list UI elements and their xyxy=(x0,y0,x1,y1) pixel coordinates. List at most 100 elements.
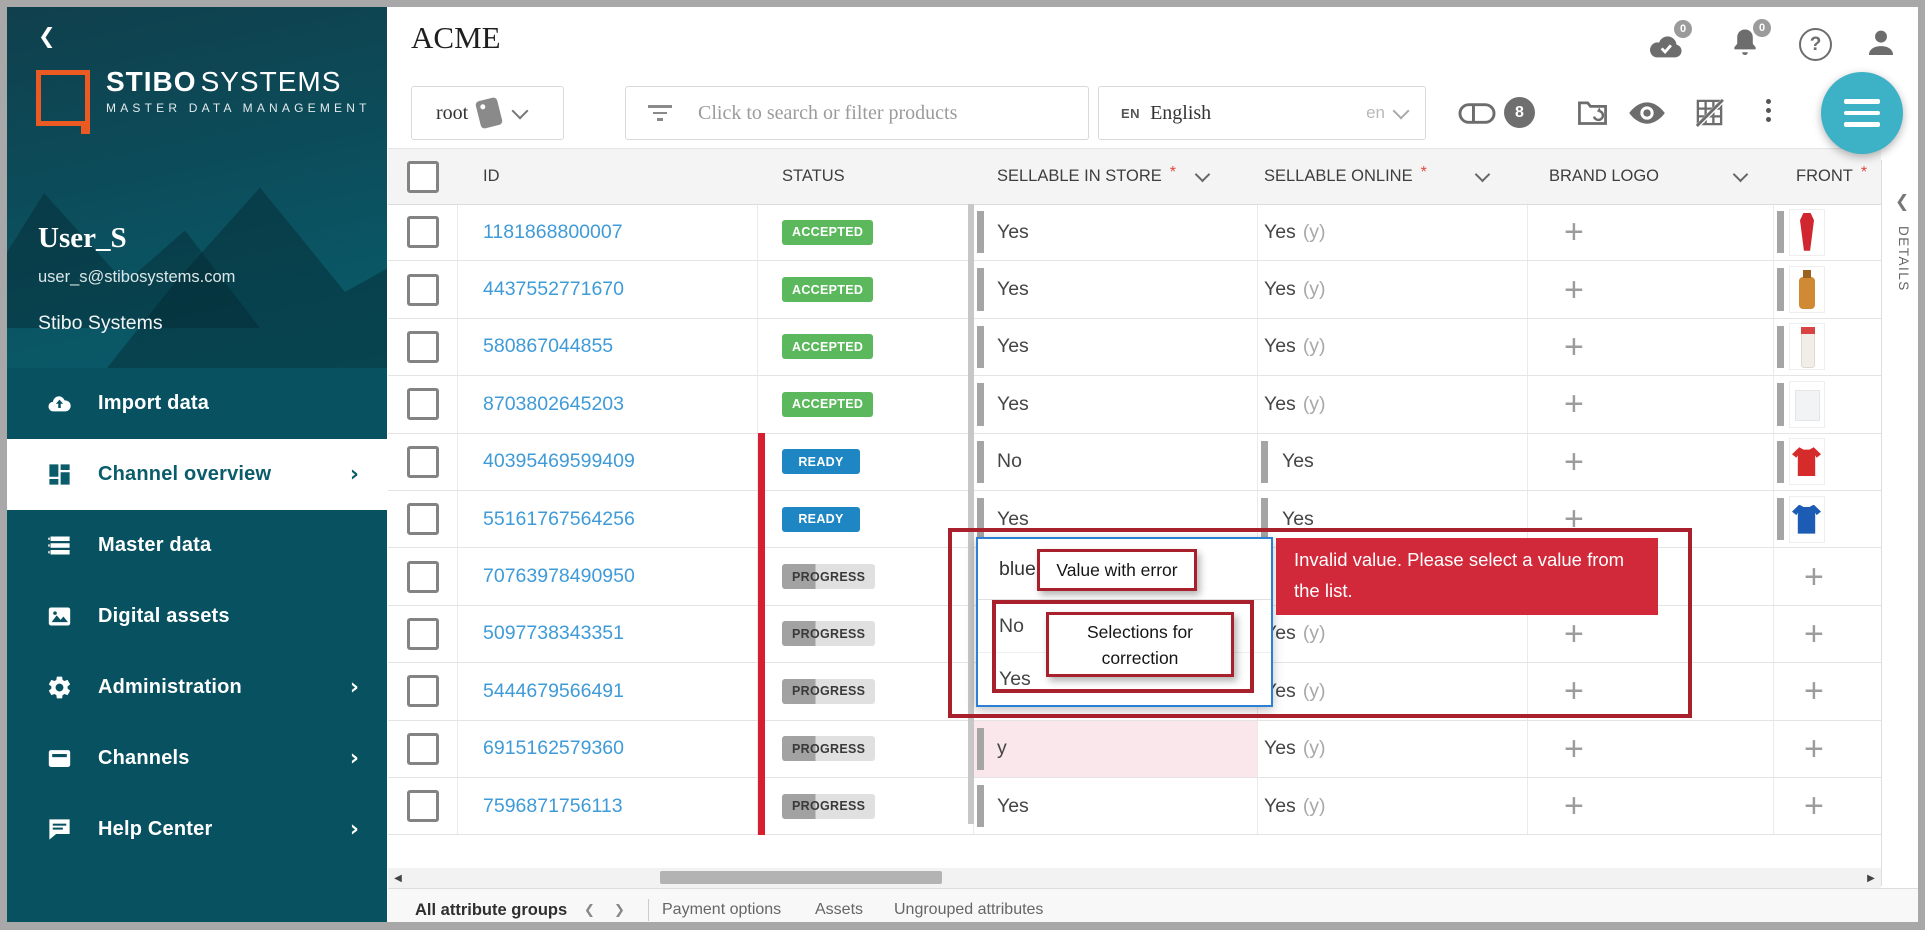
sellable-in-store-cell[interactable]: No xyxy=(974,434,1258,490)
sidebar-collapse-icon[interactable]: ❮ xyxy=(38,24,56,48)
product-id-link[interactable]: 40395469599409 xyxy=(483,450,635,473)
sellable-online-cell[interactable]: Yes(y) xyxy=(1258,721,1528,777)
more-options-button[interactable] xyxy=(1766,99,1771,122)
sidebar-item-administration[interactable]: Administration › xyxy=(0,652,387,723)
add-brand-logo-button[interactable]: + xyxy=(1564,275,1584,305)
help-button[interactable]: ? xyxy=(1799,28,1832,61)
row-checkbox[interactable] xyxy=(407,561,439,593)
table-view-toggle-button[interactable] xyxy=(1694,97,1725,133)
sellable-online-suffix: (y) xyxy=(1303,393,1326,416)
sellable-in-store-cell[interactable]: Yes xyxy=(974,319,1258,375)
product-id-link[interactable]: 4437552771670 xyxy=(483,278,624,301)
profile-button[interactable] xyxy=(1864,26,1898,65)
expand-details-icon[interactable]: ❮ xyxy=(1895,192,1909,212)
sellable-online-cell[interactable]: Yes(y) xyxy=(1258,261,1528,317)
brand-logo-cell: + xyxy=(1528,319,1774,375)
sellable-online-cell[interactable]: Yes(y) xyxy=(1258,204,1528,260)
product-id-link[interactable]: 7596871756113 xyxy=(483,795,623,818)
column-header-status[interactable]: STATUS xyxy=(782,167,845,186)
chevron-down-icon[interactable] xyxy=(1195,167,1211,183)
hierarchy-root-selector[interactable]: root xyxy=(411,86,564,140)
row-checkbox[interactable] xyxy=(407,675,439,707)
row-checkbox[interactable] xyxy=(407,216,439,248)
scroll-right-arrow[interactable]: ▶ xyxy=(1861,868,1881,888)
product-id-link[interactable]: 5097738343351 xyxy=(483,622,624,645)
column-header-sellable-in-store[interactable]: SELLABLE IN STORE xyxy=(997,167,1162,186)
product-thumbnail[interactable] xyxy=(1789,323,1825,370)
product-id-link[interactable]: 1181868800007 xyxy=(483,221,623,244)
product-id-link[interactable]: 8703802645203 xyxy=(483,393,624,416)
sellable-online-cell[interactable]: Yes(y) xyxy=(1258,319,1528,375)
product-id-link[interactable]: 70763978490950 xyxy=(483,565,635,588)
product-thumbnail[interactable] xyxy=(1789,266,1825,313)
product-id-link[interactable]: 5444679566491 xyxy=(483,680,624,703)
product-id-link[interactable]: 580867044855 xyxy=(483,335,613,358)
dropdown-option-no[interactable]: No xyxy=(978,600,1271,652)
dropdown-option-yes[interactable]: Yes xyxy=(978,652,1271,705)
add-brand-logo-button[interactable]: + xyxy=(1564,389,1584,419)
cell-editor[interactable]: blue No Yes xyxy=(976,537,1273,707)
sellable-online-cell[interactable]: Yes(y) xyxy=(1258,778,1528,834)
sellable-in-store-cell[interactable]: Yes xyxy=(974,261,1258,317)
product-thumbnail[interactable] xyxy=(1789,496,1825,543)
add-brand-logo-button[interactable]: + xyxy=(1564,734,1584,764)
row-checkbox[interactable] xyxy=(407,503,439,535)
product-id-link[interactable]: 6915162579360 xyxy=(483,737,624,760)
sellable-in-store-cell[interactable]: Yes xyxy=(974,778,1258,834)
frozen-pane-divider[interactable] xyxy=(968,204,974,824)
add-front-image-button[interactable]: + xyxy=(1804,676,1824,706)
sellable-in-store-cell[interactable]: Yes xyxy=(974,376,1258,432)
add-brand-logo-button[interactable]: + xyxy=(1564,504,1584,534)
add-brand-logo-button[interactable]: + xyxy=(1564,447,1584,477)
sellable-in-store-cell[interactable]: Yes xyxy=(974,204,1258,260)
column-header-brand-logo[interactable]: BRAND LOGO xyxy=(1549,167,1659,186)
product-thumbnail[interactable] xyxy=(1789,209,1825,256)
column-header-front[interactable]: FRONT xyxy=(1796,167,1853,186)
sellable-in-store-cell[interactable]: y xyxy=(974,721,1258,777)
add-front-image-button[interactable]: + xyxy=(1804,791,1824,821)
sidebar-item-channel-overview[interactable]: Channel overview › xyxy=(0,439,387,510)
language-selector[interactable]: EN English en xyxy=(1098,86,1426,140)
scrollbar-thumb[interactable] xyxy=(660,871,942,884)
product-thumbnail[interactable] xyxy=(1789,438,1825,485)
add-brand-logo-button[interactable]: + xyxy=(1564,791,1584,821)
front-image-cell: + xyxy=(1774,721,1881,777)
multi-edit-toggle-button[interactable] xyxy=(1458,100,1496,132)
add-front-image-button[interactable]: + xyxy=(1804,619,1824,649)
preview-button[interactable] xyxy=(1628,101,1666,130)
add-front-image-button[interactable]: + xyxy=(1804,562,1824,592)
product-thumbnail[interactable] xyxy=(1789,381,1825,428)
chevron-down-icon[interactable] xyxy=(1733,167,1749,183)
chevron-down-icon[interactable] xyxy=(1475,167,1491,183)
scroll-left-arrow[interactable]: ◀ xyxy=(388,868,408,888)
product-id-link[interactable]: 55161767564256 xyxy=(483,508,635,531)
row-checkbox[interactable] xyxy=(407,733,439,765)
sidebar-item-help-center[interactable]: Help Center › xyxy=(0,794,387,865)
sellable-online-cell[interactable]: Yes(y) xyxy=(1258,376,1528,432)
select-all-checkbox[interactable] xyxy=(407,161,439,193)
add-brand-logo-button[interactable]: + xyxy=(1564,332,1584,362)
sidebar-item-digital-assets[interactable]: Digital assets xyxy=(0,581,387,652)
add-front-image-button[interactable]: + xyxy=(1804,734,1824,764)
folder-sync-button[interactable] xyxy=(1576,96,1609,134)
add-brand-logo-button[interactable]: + xyxy=(1564,676,1584,706)
row-checkbox[interactable] xyxy=(407,274,439,306)
add-brand-logo-button[interactable]: + xyxy=(1564,217,1584,247)
row-checkbox[interactable] xyxy=(407,618,439,650)
search-input[interactable]: Click to search or filter products xyxy=(625,86,1089,140)
sidebar-item-master-data[interactable]: Master data xyxy=(0,510,387,581)
row-checkbox[interactable] xyxy=(407,446,439,478)
sellable-online-cell[interactable]: Yes(y) xyxy=(1258,663,1528,719)
column-header-id[interactable]: ID xyxy=(483,167,500,186)
row-checkbox[interactable] xyxy=(407,331,439,363)
column-header-sellable-online[interactable]: SELLABLE ONLINE xyxy=(1264,167,1413,186)
sellable-online-cell[interactable]: Yes xyxy=(1258,434,1528,490)
row-checkbox[interactable] xyxy=(407,790,439,822)
editor-input[interactable]: blue xyxy=(978,539,1271,599)
main-menu-fab[interactable] xyxy=(1821,72,1903,154)
add-brand-logo-button[interactable]: + xyxy=(1564,619,1584,649)
sidebar-item-channels[interactable]: Channels › xyxy=(0,723,387,794)
sidebar-item-import-data[interactable]: Import data xyxy=(0,368,387,439)
row-checkbox[interactable] xyxy=(407,388,439,420)
row-select-cell xyxy=(388,204,458,260)
